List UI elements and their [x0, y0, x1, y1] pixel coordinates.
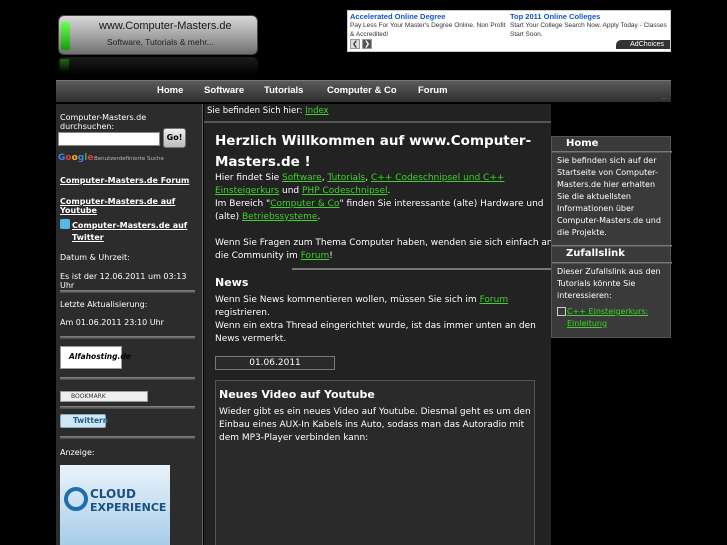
bookmark-button[interactable]: BOOKMARK — [60, 391, 148, 402]
google-custom-search-label: Benutzerdefinierte Suche — [94, 156, 164, 162]
main-nav: Home Software Tutorials Computer & Co Fo… — [56, 80, 671, 102]
alfahosting-banner[interactable]: Alfahosting.de — [60, 346, 131, 369]
search-input[interactable] — [58, 132, 160, 146]
ad-prev-icon[interactable]: ❮ — [350, 39, 360, 49]
link-tutorials[interactable]: Tutorials — [327, 173, 365, 183]
ad-2-title[interactable]: Top 2011 Online Colleges — [510, 12, 670, 21]
link-software[interactable]: Software — [282, 173, 322, 183]
home-box-text: Sie befinden sich auf der Startseite von… — [557, 156, 661, 237]
right-divider — [552, 151, 672, 153]
news-post: Neues Video auf Youtube Wieder gibt es e… — [215, 380, 535, 545]
home-box-title: Home — [566, 138, 599, 149]
random-tutorial-link[interactable]: C++ Einsteigerkurs: Einleitung — [557, 306, 669, 330]
search-button[interactable]: Go! — [163, 128, 186, 148]
update-value: Am 01.06.2011 23:10 Uhr — [60, 318, 164, 327]
main-content: Sie befinden Sich hier: Index Herzlich W… — [204, 104, 553, 545]
news-text: Wenn Sie News kommentieren wollen, müsse… — [215, 295, 477, 305]
sidebar-link-youtube[interactable]: Computer-Masters.de auf Youtube — [60, 197, 202, 215]
sidebar-divider — [60, 336, 195, 339]
right-divider — [552, 245, 672, 247]
breadcrumb-index-link[interactable]: Index — [305, 106, 328, 116]
right-divider — [552, 262, 672, 264]
nav-tutorials[interactable]: Tutorials — [264, 85, 303, 96]
google-logo: Google — [58, 153, 94, 163]
date-value: Es ist der 12.06.2011 um 03:13 Uhr — [60, 272, 187, 290]
cloud-ad-line1: CLOUD — [90, 487, 136, 501]
logo-reflection — [58, 57, 258, 75]
nav-software[interactable]: Software — [204, 85, 244, 96]
logo-title: www.Computer-Masters.de — [99, 20, 232, 32]
sidebar-divider — [60, 406, 195, 409]
cloud-experience-ad[interactable]: CLOUD EXPERIENCE — [60, 465, 170, 545]
sidebar-link-forum[interactable]: Computer-Masters.de Forum — [60, 176, 189, 185]
link-betriebssysteme[interactable]: Betriebssysteme — [242, 212, 317, 222]
nav-small-link[interactable]: ... — [661, 94, 667, 101]
cloud-logo-icon — [64, 487, 88, 511]
sidebar-divider — [60, 290, 195, 293]
ad-label: Anzeige: — [60, 448, 95, 457]
questions-text: Wenn Sie Fragen zum Thema Computer haben… — [215, 238, 553, 261]
sidebar-link-twitter[interactable]: Computer-Masters.de auf Twitter — [72, 220, 192, 244]
sidebar: Computer-Masters.de durchsuchen: Go! Goo… — [56, 104, 203, 545]
ad-1-body: Pay Less For Your Master's Degree Online… — [350, 22, 506, 38]
right-panel: Home Sie befinden sich auf der Startseit… — [551, 136, 672, 338]
news-text: registrieren. — [215, 308, 270, 318]
tweet-button[interactable]: Twittern — [60, 414, 108, 428]
adchoices-button[interactable]: AdChoices — [616, 40, 670, 49]
news-intro: Wenn Sie News kommentieren wollen, müsse… — [215, 294, 555, 346]
twitter-bird-icon — [60, 219, 70, 229]
content-divider — [292, 268, 552, 270]
ad-1-title[interactable]: Accelerated Online Degree — [350, 12, 510, 21]
link-computer-co[interactable]: Computer & Co — [270, 199, 339, 209]
news-heading: News — [215, 276, 249, 289]
ad-item-1[interactable]: Accelerated Online Degree Pay Less For Y… — [350, 12, 510, 39]
news-date: 01.06.2011 — [215, 356, 335, 370]
cloud-ad-line2: EXPERIENCE — [90, 501, 167, 514]
random-box-text: Dieser Zufallslink aus den Tutorials kön… — [557, 267, 661, 300]
nav-home[interactable]: Home — [157, 85, 183, 96]
intro-paragraph: Hier findet Sie Software, Tutorials, C++… — [215, 173, 544, 222]
news-forum-link[interactable]: Forum — [480, 295, 509, 305]
nav-forum[interactable]: Forum — [418, 85, 448, 96]
logo-led-icon — [61, 22, 70, 50]
nav-computer-co[interactable]: Computer & Co — [327, 85, 397, 96]
breadcrumb: Sie befinden Sich hier: Index — [207, 106, 329, 116]
news-post-title: Neues Video auf Youtube — [219, 388, 375, 401]
questions-paragraph: Wenn Sie Fragen zum Thema Computer haben… — [215, 238, 553, 261]
news-post-body: Wieder gibt es ein neues Video auf Youtu… — [219, 407, 531, 443]
news-text: Wenn ein extra Thread eingerichtet wurde… — [215, 321, 536, 344]
link-php[interactable]: PHP Codeschnipsel — [302, 186, 388, 196]
date-label: Datum & Uhrzeit: — [60, 253, 130, 262]
site-logo[interactable]: www.Computer-Masters.de Software, Tutori… — [58, 15, 258, 55]
link-forum[interactable]: Forum — [301, 251, 330, 261]
page-title: Herzlich Willkommen auf www.Computer-Mas… — [215, 133, 532, 170]
intro-text: Hier findet Sie — [215, 173, 280, 183]
ad-2-body: Start Your College Search Now. Apply Tod… — [510, 22, 667, 38]
intro-text: und — [282, 186, 300, 196]
main-divider — [204, 121, 551, 123]
sidebar-divider — [60, 377, 195, 380]
intro-text: Im Bereich " — [215, 199, 271, 209]
ad-item-2[interactable]: Top 2011 Online Colleges Start Your Coll… — [510, 12, 670, 39]
ad-banner: Accelerated Online Degree Pay Less For Y… — [347, 10, 671, 52]
random-box-title: Zufallslink — [566, 248, 625, 259]
breadcrumb-prefix: Sie befinden Sich hier: — [207, 106, 303, 116]
update-label: Letzte Aktualisierung: — [60, 300, 148, 309]
ad-next-icon[interactable]: ❯ — [362, 39, 372, 49]
logo-subtitle: Software, Tutorials & mehr... — [107, 37, 214, 47]
sidebar-divider — [60, 436, 195, 439]
